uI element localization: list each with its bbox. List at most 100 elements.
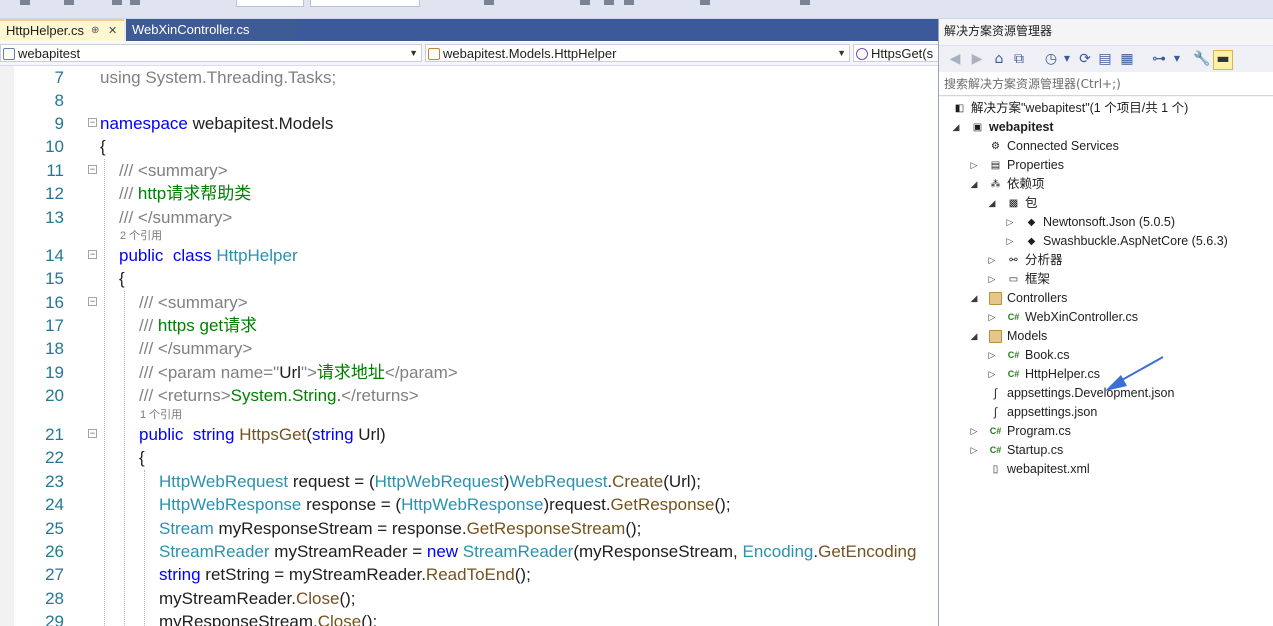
- expanded-arrow-icon[interactable]: ◢: [969, 289, 979, 308]
- toolbar-run-icon[interactable]: [484, 0, 494, 5]
- line-number: 29: [45, 612, 64, 626]
- sync-icon[interactable]: ⟳: [1077, 51, 1093, 67]
- code-line: 29 myResponseStream.Close();: [0, 610, 937, 626]
- collapsed-arrow-icon[interactable]: ▷: [987, 308, 997, 327]
- collapsed-arrow-icon[interactable]: ▷: [969, 441, 979, 460]
- code-text: HttpWebRequest request = (HttpWebRequest…: [159, 472, 701, 491]
- tab-httphelper[interactable]: HttpHelper.cs ⊕ ✕: [0, 19, 124, 41]
- tree-item[interactable]: ▷ ▤ Properties: [939, 156, 1273, 175]
- tree-item[interactable]: ⚙ Connected Services: [939, 137, 1273, 156]
- code-text: public string HttpsGet(string Url): [139, 425, 386, 444]
- toolbar-new-icon[interactable]: [64, 0, 74, 5]
- codelens-references[interactable]: 2 个引用: [120, 229, 162, 243]
- solution-search-input[interactable]: 搜索解决方案资源管理器(Ctrl+;): [939, 72, 1273, 96]
- codelens-references[interactable]: 1 个引用: [140, 408, 182, 422]
- collapsed-arrow-icon[interactable]: ▷: [987, 270, 997, 289]
- wrench-icon[interactable]: 🔧: [1193, 51, 1210, 67]
- tree-item[interactable]: ▷ C# WebXinController.cs: [939, 308, 1273, 327]
- collapse-icon[interactable]: −: [88, 429, 97, 438]
- tree-item[interactable]: ◢ Controllers: [939, 289, 1273, 308]
- collapse-all-icon[interactable]: ▤: [1097, 51, 1113, 67]
- collapse-icon[interactable]: −: [88, 250, 97, 259]
- collapse-icon[interactable]: −: [88, 165, 97, 174]
- collapsed-arrow-icon[interactable]: ▷: [987, 365, 997, 384]
- show-all-files-icon[interactable]: ▦: [1119, 51, 1135, 67]
- tree-item[interactable]: ◧ 解决方案"webapitest"(1 个项目/共 1 个): [939, 99, 1273, 118]
- tree-item-label: webapitest: [989, 120, 1054, 134]
- analyzers-icon: ⚯: [1009, 255, 1018, 266]
- tree-item[interactable]: ∫ appsettings.json: [939, 403, 1273, 422]
- code-text: namespace webapitest.Models: [100, 114, 334, 133]
- tree-item-label: Connected Services: [1007, 139, 1119, 153]
- solution-explorer-panel: 解决方案资源管理器 ◀ ▶ ⌂ ⧉ ◷ ▼ ⟳ ▤ ▦ ⊶ ▼ 🔧 ▬ 搜索解决…: [938, 19, 1273, 626]
- code-text: /// </summary>: [119, 208, 233, 227]
- collapsed-arrow-icon[interactable]: ▷: [1005, 232, 1015, 251]
- method-icon: [856, 48, 868, 60]
- line-number: 14: [45, 246, 64, 265]
- pending-changes-icon[interactable]: ◷: [1043, 51, 1059, 67]
- class-icon: [428, 48, 440, 60]
- toolbar-icon[interactable]: [580, 0, 590, 5]
- close-icon[interactable]: ✕: [108, 21, 117, 41]
- configuration-dropdown[interactable]: [236, 0, 304, 7]
- chevron-down-icon[interactable]: ▼: [1059, 51, 1075, 67]
- code-line: 28 myStreamReader.Close();: [0, 587, 937, 610]
- tree-item[interactable]: ▷ ▭ 框架: [939, 270, 1273, 289]
- line-number: 21: [45, 425, 64, 444]
- pin-icon[interactable]: ⊕: [91, 21, 99, 41]
- preview-toggle-icon[interactable]: ▬: [1213, 50, 1233, 70]
- member-dropdown[interactable]: HttpsGet(s: [853, 44, 938, 62]
- csharp-file-icon: C#: [1007, 312, 1020, 322]
- tree-item[interactable]: ◢ ▩ 包: [939, 194, 1273, 213]
- code-editor[interactable]: 7 using System.Threading.Tasks; 8 9− namespa…: [0, 66, 937, 626]
- collapsed-arrow-icon[interactable]: ▷: [1005, 213, 1015, 232]
- collapsed-arrow-icon[interactable]: ▷: [987, 251, 997, 270]
- class-dropdown[interactable]: webapitest.Models.HttpHelper ▼: [425, 44, 850, 62]
- code-line: 23 HttpWebRequest request = (HttpWebReque…: [0, 470, 937, 493]
- tree-item-label: HttpHelper.cs: [1025, 367, 1101, 381]
- tree-item[interactable]: ▷ ⚯ 分析器: [939, 251, 1273, 270]
- tab-webxincontroller[interactable]: WebXinController.cs: [126, 19, 296, 41]
- tree-item[interactable]: ▯ webapitest.xml: [939, 460, 1273, 479]
- properties-icon[interactable]: ⊶: [1151, 51, 1167, 67]
- expanded-arrow-icon[interactable]: ◢: [969, 175, 979, 194]
- expanded-arrow-icon[interactable]: ◢: [969, 327, 979, 346]
- code-text: StreamReader myStreamReader = new Stream…: [159, 542, 917, 561]
- project-dropdown[interactable]: webapitest ▼: [0, 44, 422, 62]
- collapsed-arrow-icon[interactable]: ▷: [969, 422, 979, 441]
- expanded-arrow-icon[interactable]: ◢: [951, 118, 961, 137]
- collapsed-arrow-icon[interactable]: ▷: [987, 346, 997, 365]
- collapse-icon[interactable]: −: [88, 118, 97, 127]
- tree-item-label: 分析器: [1025, 253, 1063, 267]
- tree-item[interactable]: ◢ ⁂ 依赖项: [939, 175, 1273, 194]
- tree-item[interactable]: ▷ C# Startup.cs: [939, 441, 1273, 460]
- platform-dropdown[interactable]: [310, 0, 420, 7]
- toolbar-icon[interactable]: [800, 0, 810, 5]
- collapse-icon[interactable]: −: [88, 297, 97, 306]
- expanded-arrow-icon[interactable]: ◢: [987, 194, 997, 213]
- toolbar-icon[interactable]: [624, 0, 634, 5]
- toolbar-back-icon[interactable]: [20, 0, 30, 5]
- chevron-down-icon[interactable]: ▼: [1169, 51, 1185, 67]
- home-icon[interactable]: ⌂: [991, 51, 1007, 67]
- tree-item[interactable]: ◢ Models: [939, 327, 1273, 346]
- collapsed-arrow-icon[interactable]: ▷: [969, 156, 979, 175]
- code-text: /// </summary>: [139, 339, 253, 358]
- toolbar-icon[interactable]: [700, 0, 710, 5]
- tree-item[interactable]: ▷ C# Program.cs: [939, 422, 1273, 441]
- code-line: 8: [0, 89, 937, 112]
- tab-row-background: [296, 19, 938, 41]
- tree-item[interactable]: ◢ ▣ webapitest: [939, 118, 1273, 137]
- tree-item[interactable]: ▷ ◆ Newtonsoft.Json (5.0.5): [939, 213, 1273, 232]
- code-line: 15 {: [0, 267, 937, 290]
- back-icon[interactable]: ◀: [947, 51, 963, 67]
- tree-item[interactable]: ▷ ◆ Swashbuckle.AspNetCore (5.6.3): [939, 232, 1273, 251]
- code-text: Stream myResponseStream = response.GetRe…: [159, 519, 642, 538]
- switch-views-icon[interactable]: ⧉: [1011, 51, 1027, 67]
- toolbar-open-icon[interactable]: [112, 0, 122, 5]
- code-text: using System.Threading.Tasks;: [100, 68, 337, 87]
- toolbar-save-icon[interactable]: [130, 0, 140, 5]
- member-dropdown-value: HttpsGet(s: [871, 46, 934, 61]
- forward-icon[interactable]: ▶: [969, 51, 985, 67]
- toolbar-icon[interactable]: [604, 0, 614, 5]
